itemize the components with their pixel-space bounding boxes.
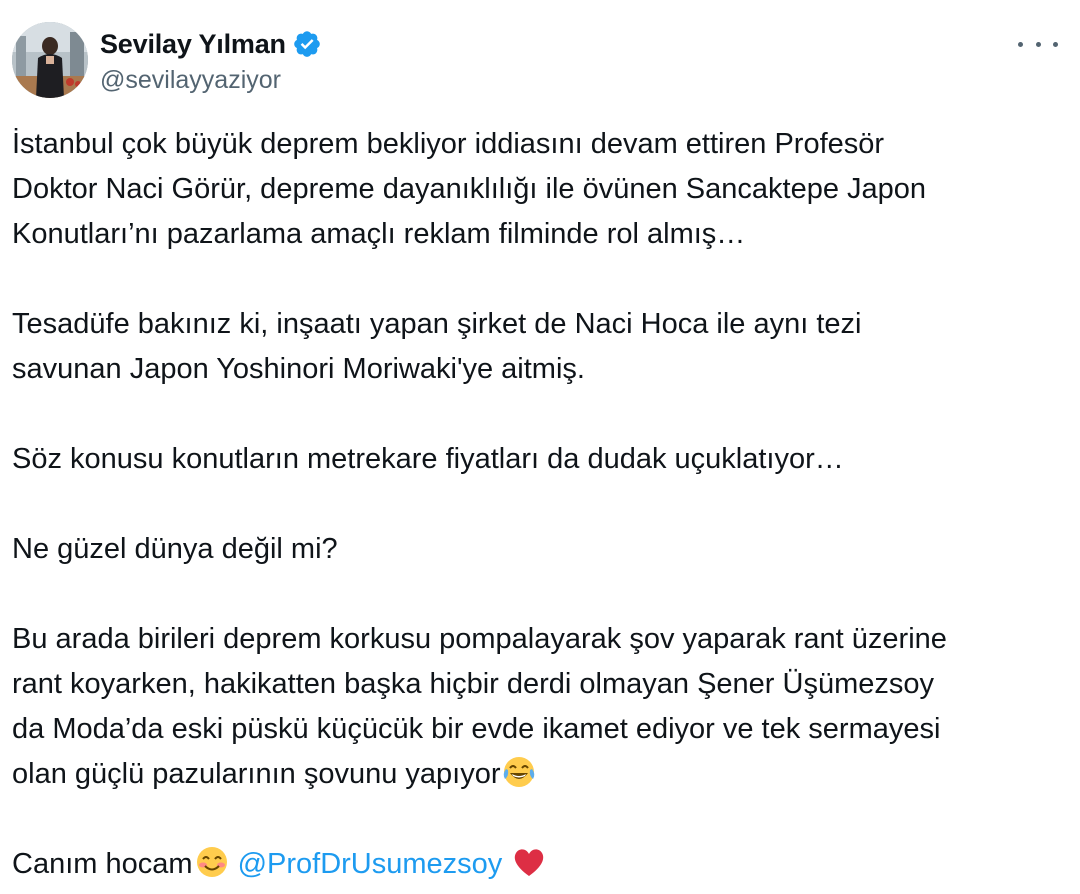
paragraph-2: Tesadüfe bakınız ki, inşaatı yapan şirke… (12, 308, 862, 385)
author-info: Sevilay Yılman @sevilayyaziyor (100, 26, 322, 95)
handle[interactable]: @sevilayyaziyor (100, 66, 322, 95)
paragraph-4: Ne güzel dünya değil mi? (12, 533, 338, 565)
smiling-blush-emoji-icon (194, 844, 230, 880)
more-dots-icon[interactable] (1018, 32, 1058, 56)
verified-badge-icon (292, 29, 322, 59)
red-heart-emoji-icon (511, 844, 547, 880)
mention-link[interactable]: @ProfDrUsumezsoy (238, 848, 503, 880)
tweet-header: Sevilay Yılman @sevilayyaziyor (12, 22, 1060, 102)
tweet-card: Sevilay Yılman @sevilayyaziyor İstanbul … (0, 0, 1080, 886)
closing-text: Canım hocam (12, 848, 193, 880)
paragraph-1: İstanbul çok büyük deprem bekliyor iddia… (12, 128, 927, 250)
avatar[interactable] (12, 22, 88, 98)
paragraph-3: Söz konusu konutların metrekare fiyatlar… (12, 443, 844, 475)
paragraph-5: Bu arada birileri deprem korkusu pompala… (12, 623, 947, 790)
paragraph-6: Canım hocam @ProfDrUsumezsoy (12, 842, 1060, 887)
tweet-text: İstanbul çok büyük deprem bekliyor iddia… (12, 122, 1060, 887)
display-name[interactable]: Sevilay Yılman (100, 29, 286, 60)
tears-of-joy-emoji-icon (501, 754, 537, 790)
name-row: Sevilay Yılman (100, 26, 322, 62)
